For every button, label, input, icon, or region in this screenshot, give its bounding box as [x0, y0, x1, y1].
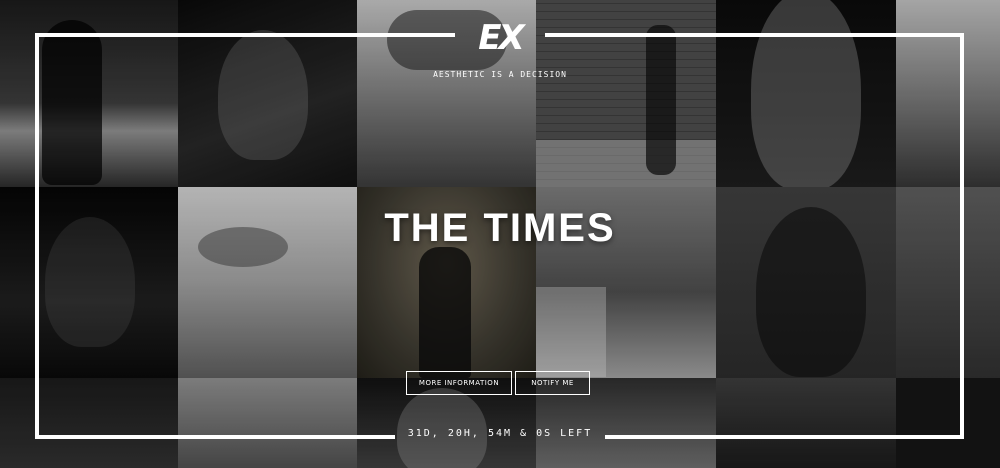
notify-me-button[interactable]: NOTIFY ME — [515, 371, 590, 395]
photo-runway — [0, 0, 178, 187]
brand-logo[interactable]: EX — [468, 18, 532, 58]
more-information-button[interactable]: MORE INFORMATION — [406, 371, 512, 395]
photo-jacket — [178, 0, 357, 187]
photo-profile — [716, 187, 896, 378]
photo-lips — [178, 187, 357, 378]
frame-bottom-right — [605, 435, 964, 439]
photo-coat — [178, 378, 357, 468]
photo-hat-portrait — [0, 187, 178, 378]
page-title: THE TIMES — [384, 206, 616, 250]
brand-tagline: AESTHETIC IS A DECISION — [433, 70, 567, 79]
countdown-timer: 31D, 20H, 54M & 0S LEFT — [407, 428, 593, 439]
photo-brick-wall — [536, 0, 716, 187]
photo-buildings — [896, 187, 1000, 378]
photo-street-right — [896, 0, 1000, 187]
frame-left — [35, 33, 39, 439]
photo-curly-hair — [716, 378, 896, 468]
logo-text: EX — [478, 18, 524, 58]
frame-top-left — [35, 33, 455, 37]
photo-long-hair — [716, 0, 896, 187]
frame-top-right — [545, 33, 964, 37]
photo-dark-right — [896, 378, 1000, 468]
photo-seated — [0, 378, 178, 468]
frame-bottom-left — [35, 435, 395, 439]
frame-right — [960, 33, 964, 439]
